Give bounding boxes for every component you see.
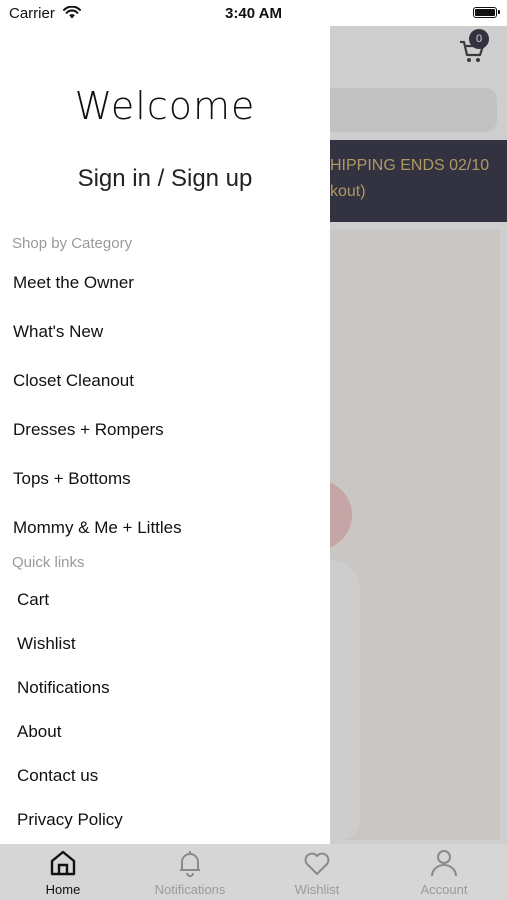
- quick-link-wishlist[interactable]: Wishlist: [17, 634, 76, 654]
- quick-link-contact-us[interactable]: Contact us: [17, 766, 98, 786]
- tab-account-label: Account: [420, 882, 468, 897]
- home-icon: [50, 850, 76, 876]
- welcome-title: Welcome: [74, 84, 256, 128]
- clock: 3:40 AM: [225, 5, 282, 22]
- tab-home-label: Home: [45, 882, 81, 897]
- quick-link-notifications[interactable]: Notifications: [17, 678, 110, 698]
- category-dresses-rompers[interactable]: Dresses + Rompers: [13, 420, 164, 440]
- tab-wishlist-label: Wishlist: [294, 882, 340, 897]
- side-drawer: Welcome Sign in / Sign up Shop by Catego…: [0, 26, 330, 844]
- category-whats-new[interactable]: What's New: [13, 322, 103, 342]
- bell-icon: [180, 851, 200, 877]
- tab-account[interactable]: Account: [381, 844, 507, 900]
- bottom-tab-bar: Home Notifications Wishlist Account: [0, 844, 507, 900]
- quick-links-heading: Quick links: [12, 554, 85, 571]
- shop-by-category-heading: Shop by Category: [12, 235, 133, 252]
- quick-link-cart[interactable]: Cart: [17, 590, 49, 610]
- tab-notifications-label: Notifications: [154, 882, 226, 897]
- heart-icon: [304, 852, 330, 875]
- sign-in-link[interactable]: Sign in / Sign up: [0, 165, 330, 193]
- quick-link-about[interactable]: About: [17, 722, 61, 742]
- quick-link-privacy-policy[interactable]: Privacy Policy: [17, 810, 123, 830]
- category-closet-cleanout[interactable]: Closet Cleanout: [13, 371, 134, 391]
- category-tops-bottoms[interactable]: Tops + Bottoms: [13, 469, 131, 489]
- tab-home[interactable]: Home: [0, 844, 126, 900]
- battery-icon: [473, 7, 500, 18]
- category-meet-the-owner[interactable]: Meet the Owner: [13, 273, 134, 293]
- tab-wishlist[interactable]: Wishlist: [254, 844, 380, 900]
- category-mommy-me-littles[interactable]: Mommy & Me + Littles: [13, 518, 182, 538]
- status-bar: Carrier 3:40 AM: [0, 0, 507, 26]
- tab-notifications[interactable]: Notifications: [127, 844, 253, 900]
- person-icon: [431, 850, 457, 877]
